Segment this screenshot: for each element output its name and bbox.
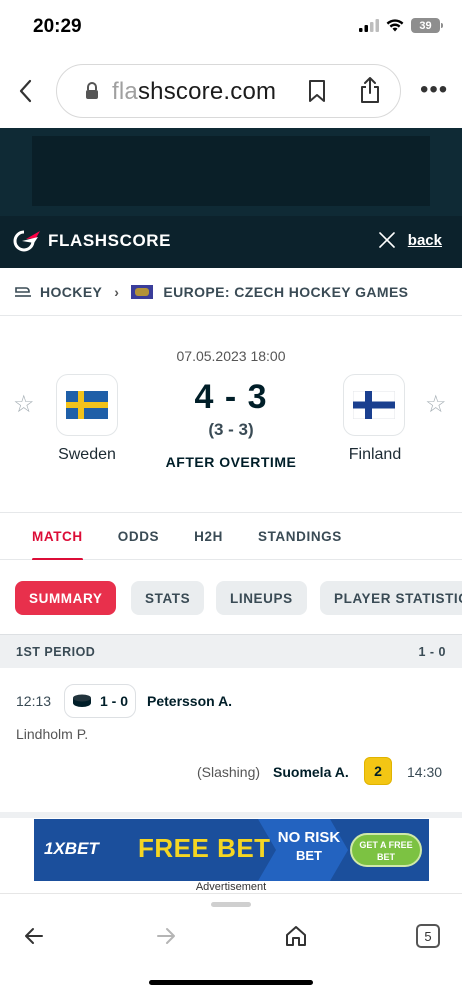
back-label: back (407, 231, 442, 249)
logo-text: FLASHSCORE (48, 231, 172, 250)
ad-brand: 1XBET (44, 839, 99, 858)
browser-url-bar: flashscore.com ••• (0, 52, 462, 128)
penalty-time: 14:30 (407, 764, 443, 780)
sub-tabs: SUMMARY STATS LINEUPS PLAYER STATISTICS (0, 560, 462, 634)
status-icons: 39 (359, 18, 443, 33)
finland-flag-icon (353, 391, 395, 419)
period-score: 1 - 0 (418, 644, 446, 659)
flashscore-logo[interactable]: FLASHSCORE (12, 229, 171, 253)
battery-indicator: 39 (411, 18, 443, 33)
goal-assist[interactable]: Lindholm P. (16, 726, 88, 742)
chevron-right-icon: › (114, 283, 120, 300)
penalty-minutes-badge: 2 (364, 757, 392, 785)
tab-match[interactable]: MATCH (32, 512, 83, 561)
away-team-name[interactable]: Finland (325, 446, 425, 464)
ad-banner[interactable]: 1XBET FREE BET NO RISK BET GET A FREE BE… (34, 819, 429, 881)
penalty-event: (Slashing) Suomela A. 2 14:30 (0, 756, 462, 796)
arrow-left-icon[interactable] (22, 924, 46, 948)
penalty-player[interactable]: Suomela A. (273, 764, 349, 780)
goal-scorer[interactable]: Petersson A. (147, 693, 232, 709)
subtab-summary[interactable]: SUMMARY (15, 581, 117, 615)
back-link[interactable]: back (378, 231, 442, 249)
favorite-away-star-icon[interactable]: ☆ (425, 390, 447, 419)
tabs-count-button[interactable]: 5 (416, 924, 440, 948)
flashscore-logo-icon (13, 230, 40, 252)
europe-flag-icon (131, 284, 154, 299)
tab-h2h[interactable]: H2H (194, 512, 223, 560)
ad-cta-button[interactable]: GET A FREE BET (350, 833, 422, 867)
url-domain: shscore.com (137, 78, 277, 105)
top-ad-area (0, 128, 462, 216)
lock-icon (86, 82, 98, 99)
breadcrumb-competition[interactable]: EUROPE: CZECH HOCKEY GAMES (163, 284, 408, 300)
share-icon[interactable] (359, 76, 381, 104)
subtab-lineups[interactable]: LINEUPS (216, 581, 307, 615)
ad-offer-line2: BET (296, 848, 322, 863)
period-header: 1ST PERIOD 1 - 0 (0, 634, 462, 668)
ad-offer-line1: NO RISK (277, 829, 341, 846)
more-options-icon[interactable]: ••• (420, 78, 448, 102)
hockey-puck-icon (73, 694, 91, 707)
goal-time: 12:13 (16, 693, 52, 709)
goal-event: 12:13 1 - 0 Petersson A. Lindholm P. (0, 684, 462, 748)
status-time: 20:29 (33, 16, 82, 37)
hockey-stick-icon (15, 286, 31, 297)
home-icon[interactable] (284, 924, 308, 948)
breadcrumb: HOCKEY › EUROPE: CZECH HOCKEY GAMES (0, 268, 462, 316)
goal-score-box: 1 - 0 (64, 684, 136, 718)
bookmark-icon[interactable] (307, 79, 327, 103)
tab-standings[interactable]: STANDINGS (258, 512, 342, 560)
ad-headline: FREE BET (138, 833, 271, 863)
arrow-right-icon[interactable] (154, 924, 178, 948)
ad-offer: NO RISK BET (274, 829, 344, 865)
match-header: 07.05.2023 18:00 ☆ Sweden 4 - 3 (3 - 3) … (0, 316, 462, 512)
toolbar-handle[interactable] (211, 902, 251, 907)
match-tabs: MATCH ODDS H2H STANDINGS (0, 512, 462, 561)
section-divider (0, 812, 462, 818)
tab-odds[interactable]: ODDS (118, 512, 159, 560)
subtab-stats[interactable]: STATS (131, 581, 205, 615)
url-text: flashscore.com (112, 78, 276, 106)
ad-label: Advertisement (195, 881, 267, 893)
status-bar: 20:29 39 (0, 0, 462, 52)
close-icon (378, 232, 395, 248)
away-team-logo[interactable] (343, 374, 405, 436)
subtab-player-statistics[interactable]: PLAYER STATISTICS (320, 581, 462, 615)
address-field[interactable]: flashscore.com (56, 64, 401, 118)
wifi-icon (386, 19, 404, 32)
home-indicator (149, 980, 313, 985)
period-label: 1ST PERIOD (16, 644, 96, 659)
signal-icon (359, 19, 379, 32)
penalty-reason: (Slashing) (197, 764, 261, 780)
goal-score: 1 - 0 (100, 693, 129, 709)
match-datetime: 07.05.2023 18:00 (176, 348, 286, 364)
chevron-left-icon[interactable] (16, 78, 36, 104)
breadcrumb-sport[interactable]: HOCKEY (40, 284, 102, 300)
browser-toolbar: 5 (0, 893, 462, 1000)
top-ad-placeholder (32, 136, 430, 206)
site-header: FLASHSCORE back (0, 216, 462, 268)
url-prefix: fla (112, 78, 138, 105)
